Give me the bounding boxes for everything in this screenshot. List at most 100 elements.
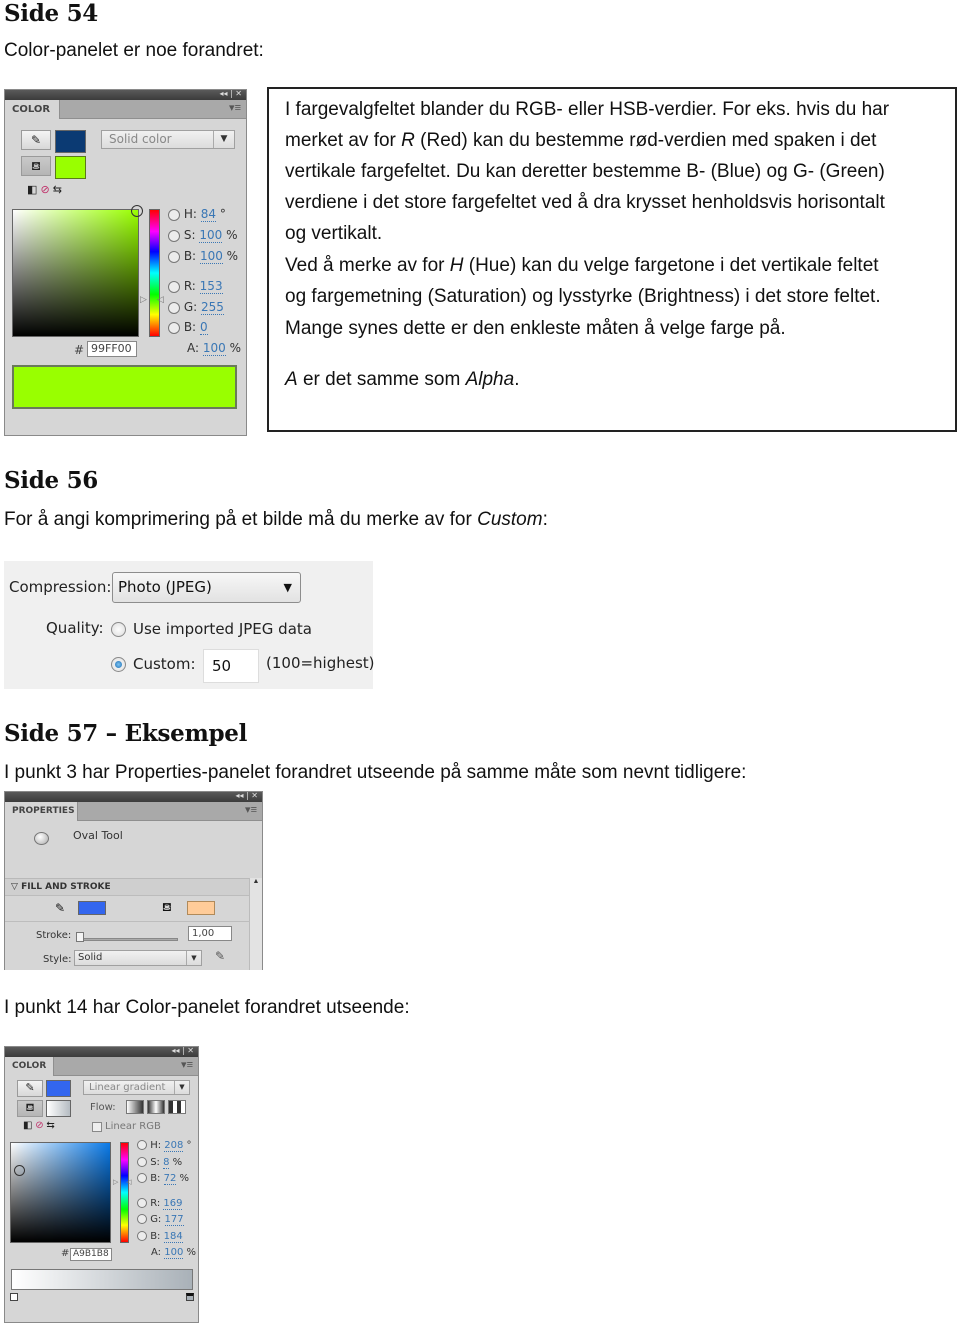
style-dropdown[interactable]: Solid ▼: [74, 950, 202, 966]
gradient-stop-end[interactable]: [186, 1293, 194, 1301]
no-color-icon[interactable]: ⊘: [40, 184, 49, 196]
stroke-color-swatch[interactable]: [46, 1080, 71, 1097]
radio-h[interactable]: [168, 208, 180, 221]
radio-h[interactable]: [137, 1140, 147, 1150]
stroke-slider-handle[interactable]: [76, 932, 84, 942]
panel-window-controls[interactable]: ◂◂ | ✕: [219, 90, 242, 98]
radio-b[interactable]: [137, 1173, 147, 1183]
value-r[interactable]: 169: [163, 1198, 183, 1210]
hue-slider-handle[interactable]: ▷ ◁: [140, 294, 164, 305]
value-h[interactable]: 208: [164, 1140, 184, 1152]
flow-extend-button[interactable]: [126, 1100, 144, 1114]
fill-color-button[interactable]: ⛾: [17, 1100, 43, 1117]
hex-input[interactable]: 99FF00: [87, 341, 137, 357]
rgb-row-b[interactable]: B: 0: [168, 320, 208, 335]
panel-menu-icon[interactable]: ▾≡: [181, 1058, 193, 1071]
fill-type-dropdown[interactable]: Linear gradient ▼: [83, 1080, 190, 1095]
value-r[interactable]: 153: [199, 279, 223, 294]
use-imported-label[interactable]: Use imported JPEG data: [133, 620, 312, 638]
scroll-up-icon[interactable]: ▲: [250, 878, 262, 885]
value-a[interactable]: 100: [164, 1247, 184, 1259]
alpha-row[interactable]: A: 100 %: [187, 341, 241, 356]
alpha-row[interactable]: A: 100 %: [151, 1247, 196, 1259]
tab-color[interactable]: COLOR: [5, 1057, 54, 1076]
radio-blue[interactable]: [137, 1231, 147, 1241]
radio-use-imported[interactable]: [111, 622, 126, 637]
custom-label[interactable]: Custom:: [133, 655, 196, 673]
hue-slider[interactable]: [149, 209, 160, 337]
value-blue[interactable]: 0: [199, 320, 208, 335]
saturation-brightness-field[interactable]: [10, 1142, 111, 1243]
rgb-row-r[interactable]: R: 153: [168, 279, 223, 294]
value-h[interactable]: 84: [200, 207, 217, 222]
fill-type-dropdown[interactable]: Solid color ▼: [101, 130, 235, 149]
hsb-row-b[interactable]: B: 100 %: [168, 249, 238, 264]
radio-g[interactable]: [137, 1214, 147, 1224]
fill-color-button[interactable]: ⛾: [21, 156, 51, 176]
value-a[interactable]: 100: [202, 341, 226, 356]
edit-stroke-style-icon[interactable]: ✎: [215, 949, 225, 963]
stroke-width-input[interactable]: 1,00: [188, 926, 232, 941]
fill-color-swatch[interactable]: [55, 156, 86, 179]
radio-b[interactable]: [168, 250, 180, 263]
compression-dropdown[interactable]: Photo (JPEG) ▼: [112, 572, 301, 603]
flow-reflect-button[interactable]: [147, 1100, 165, 1114]
panel-menu-icon[interactable]: ▾≡: [245, 803, 257, 816]
hue-slider[interactable]: [120, 1142, 129, 1243]
fill-gradient-swatch[interactable]: [46, 1100, 71, 1117]
scrollbar[interactable]: ▲: [249, 878, 262, 970]
value-s[interactable]: 100: [199, 228, 223, 243]
fill-color-swatch[interactable]: [187, 901, 215, 915]
gradient-stop-start[interactable]: [10, 1293, 18, 1301]
value-g[interactable]: 255: [201, 300, 224, 315]
hsb-row-h[interactable]: H: 208 °: [137, 1140, 192, 1152]
hsb-row-s[interactable]: S: 8 %: [137, 1157, 182, 1169]
radio-blue[interactable]: [168, 321, 180, 334]
tab-properties[interactable]: PROPERTIES: [5, 802, 78, 821]
panel-window-controls[interactable]: ◂◂ | ✕: [235, 792, 258, 800]
black-white-icon[interactable]: ◧: [23, 1120, 32, 1131]
no-color-icon[interactable]: ⊘: [35, 1120, 43, 1131]
linear-rgb-checkbox[interactable]: [92, 1122, 102, 1132]
color-picker-circle[interactable]: [14, 1165, 25, 1176]
swap-colors-icon[interactable]: ⇆: [46, 1120, 54, 1131]
rgb-row-g[interactable]: G: 255: [168, 300, 224, 315]
color-picker-crosshair[interactable]: [131, 205, 143, 217]
stroke-color-button[interactable]: ✎: [17, 1080, 43, 1097]
swap-colors-icon[interactable]: ⇆: [53, 184, 62, 196]
fill-and-stroke-section[interactable]: ▽ FILL AND STROKE: [5, 878, 250, 896]
flow-repeat-button[interactable]: [168, 1100, 186, 1114]
panel-menu-icon[interactable]: ▾≡: [229, 101, 241, 114]
linear-rgb-label[interactable]: Linear RGB: [105, 1121, 161, 1132]
radio-custom[interactable]: [111, 657, 126, 672]
panel-window-controls[interactable]: ◂◂ | ✕: [171, 1047, 194, 1055]
value-b[interactable]: 100: [199, 249, 223, 264]
stroke-color-button[interactable]: ✎: [21, 130, 51, 150]
stroke-slider-track[interactable]: [82, 938, 178, 941]
saturation-brightness-field[interactable]: [12, 205, 143, 337]
hex-input[interactable]: A9B1B8: [70, 1248, 112, 1261]
rgb-row-b[interactable]: B: 184: [137, 1231, 183, 1243]
value-b[interactable]: 72: [163, 1173, 177, 1185]
gradient-preview-bar[interactable]: [11, 1269, 193, 1290]
radio-s[interactable]: [137, 1157, 147, 1167]
radio-r[interactable]: [137, 1198, 147, 1208]
hsb-row-h[interactable]: H: 84 °: [168, 207, 226, 222]
rgb-row-g[interactable]: G: 177: [137, 1214, 184, 1226]
value-s[interactable]: 8: [163, 1157, 170, 1169]
radio-s[interactable]: [168, 229, 180, 242]
value-g[interactable]: 177: [164, 1214, 184, 1226]
rgb-row-r[interactable]: R: 169: [137, 1198, 183, 1210]
value-blue[interactable]: 184: [163, 1231, 183, 1243]
radio-r[interactable]: [168, 280, 180, 293]
radio-g[interactable]: [168, 301, 180, 314]
custom-quality-input[interactable]: 50: [203, 649, 259, 683]
black-white-icon[interactable]: ◧: [27, 184, 37, 196]
hue-slider-handle[interactable]: ▷ ◁: [113, 1178, 132, 1186]
stroke-color-swatch[interactable]: [78, 901, 106, 915]
stroke-color-swatch[interactable]: [55, 130, 86, 153]
hsb-row-b[interactable]: B: 72 %: [137, 1173, 189, 1185]
tab-color[interactable]: COLOR: [5, 100, 60, 119]
hsb-row-s[interactable]: S: 100 %: [168, 228, 237, 243]
label-a: A:: [151, 1247, 162, 1258]
